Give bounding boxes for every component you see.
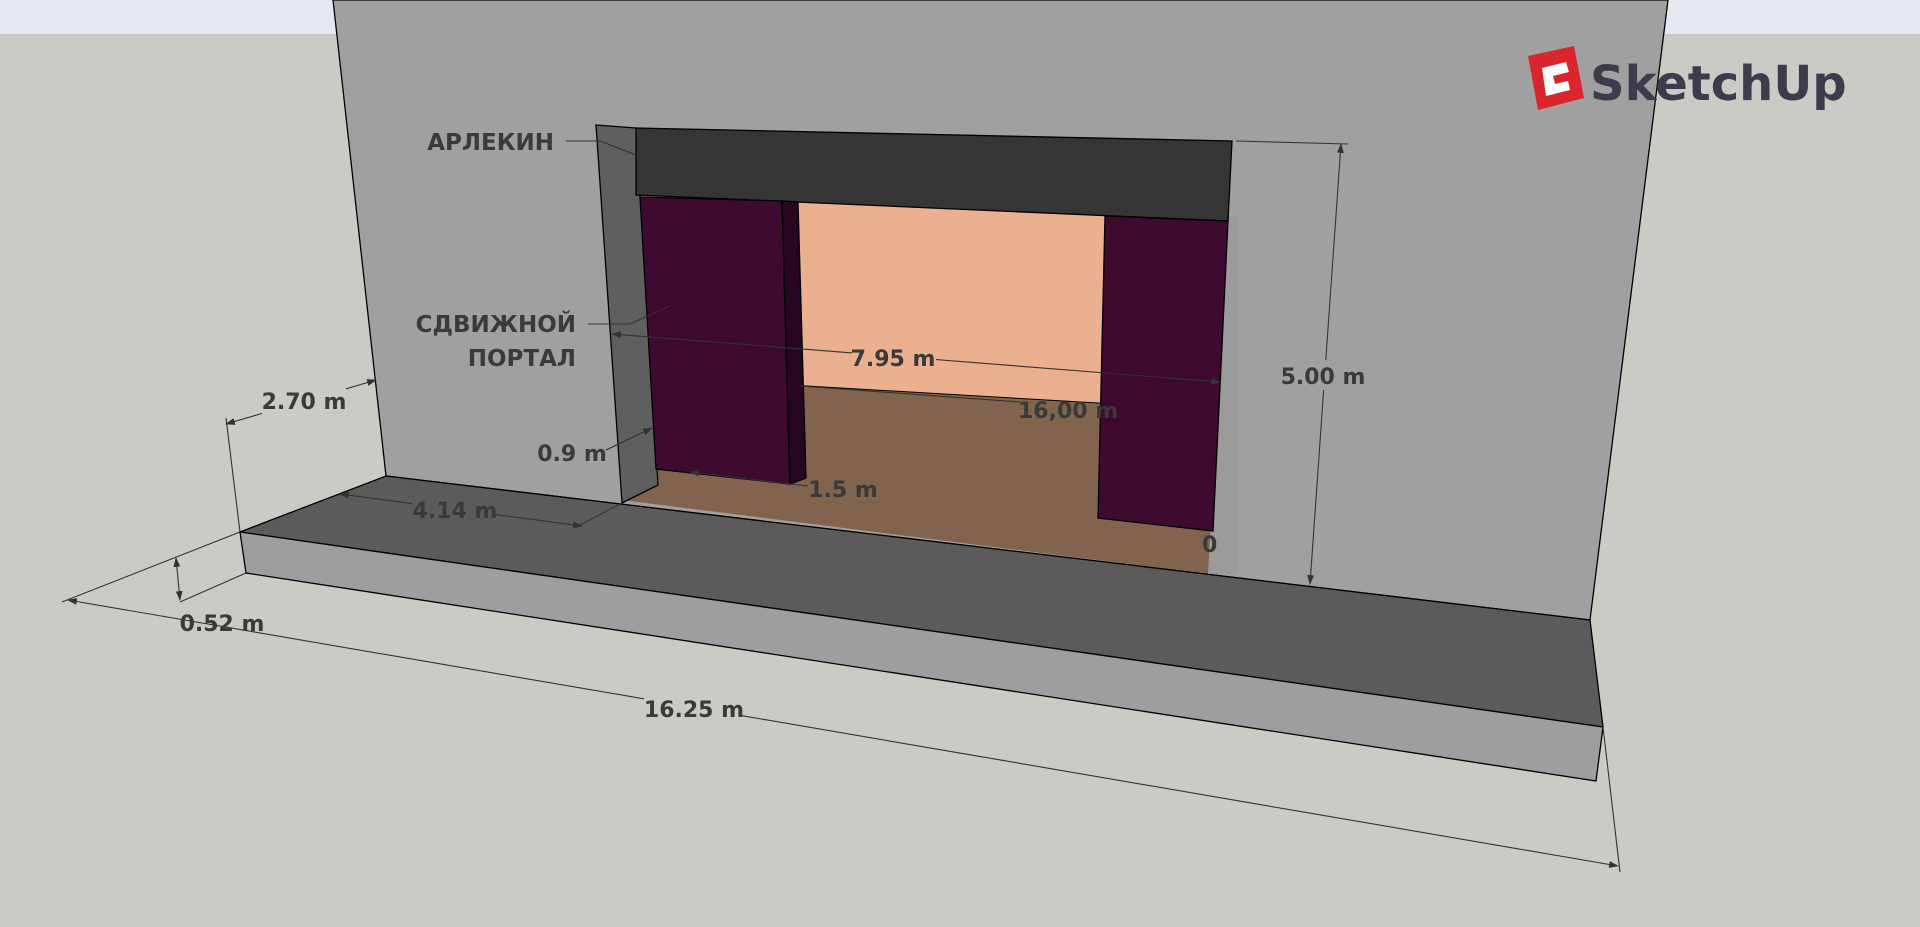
- label-arlekin: АРЛЕКИН: [427, 130, 554, 156]
- dim-opening-width: 7.95 m: [851, 347, 936, 372]
- dim-apron: 4.14 m: [413, 499, 498, 524]
- dim-stage-depth: 16,00 m: [1018, 399, 1118, 424]
- label-portal-line2: ПОРТАЛ: [468, 346, 576, 372]
- dim-wall-depth: 2.70 m: [262, 390, 347, 415]
- dim-portal-thickness: 0.9 m: [537, 442, 607, 467]
- curtain-left[interactable]: [639, 196, 791, 485]
- dim-curtain: 1.5 m: [808, 478, 878, 503]
- sketchup-viewport[interactable]: 2.70 m 0.52 m 16.25 m 4.14 m 0.9 m 7.95 …: [0, 0, 1920, 927]
- dim-stage-height: 0.52 m: [180, 612, 265, 637]
- dim-stage-width: 16.25 m: [644, 698, 744, 723]
- dim-opening-height: 5.00 m: [1281, 365, 1366, 390]
- dim-clipped: 0: [1202, 533, 1217, 558]
- label-portal-line1: СДВИЖНОЙ: [416, 310, 576, 338]
- sketchup-logo-text: SketchUp: [1590, 56, 1847, 112]
